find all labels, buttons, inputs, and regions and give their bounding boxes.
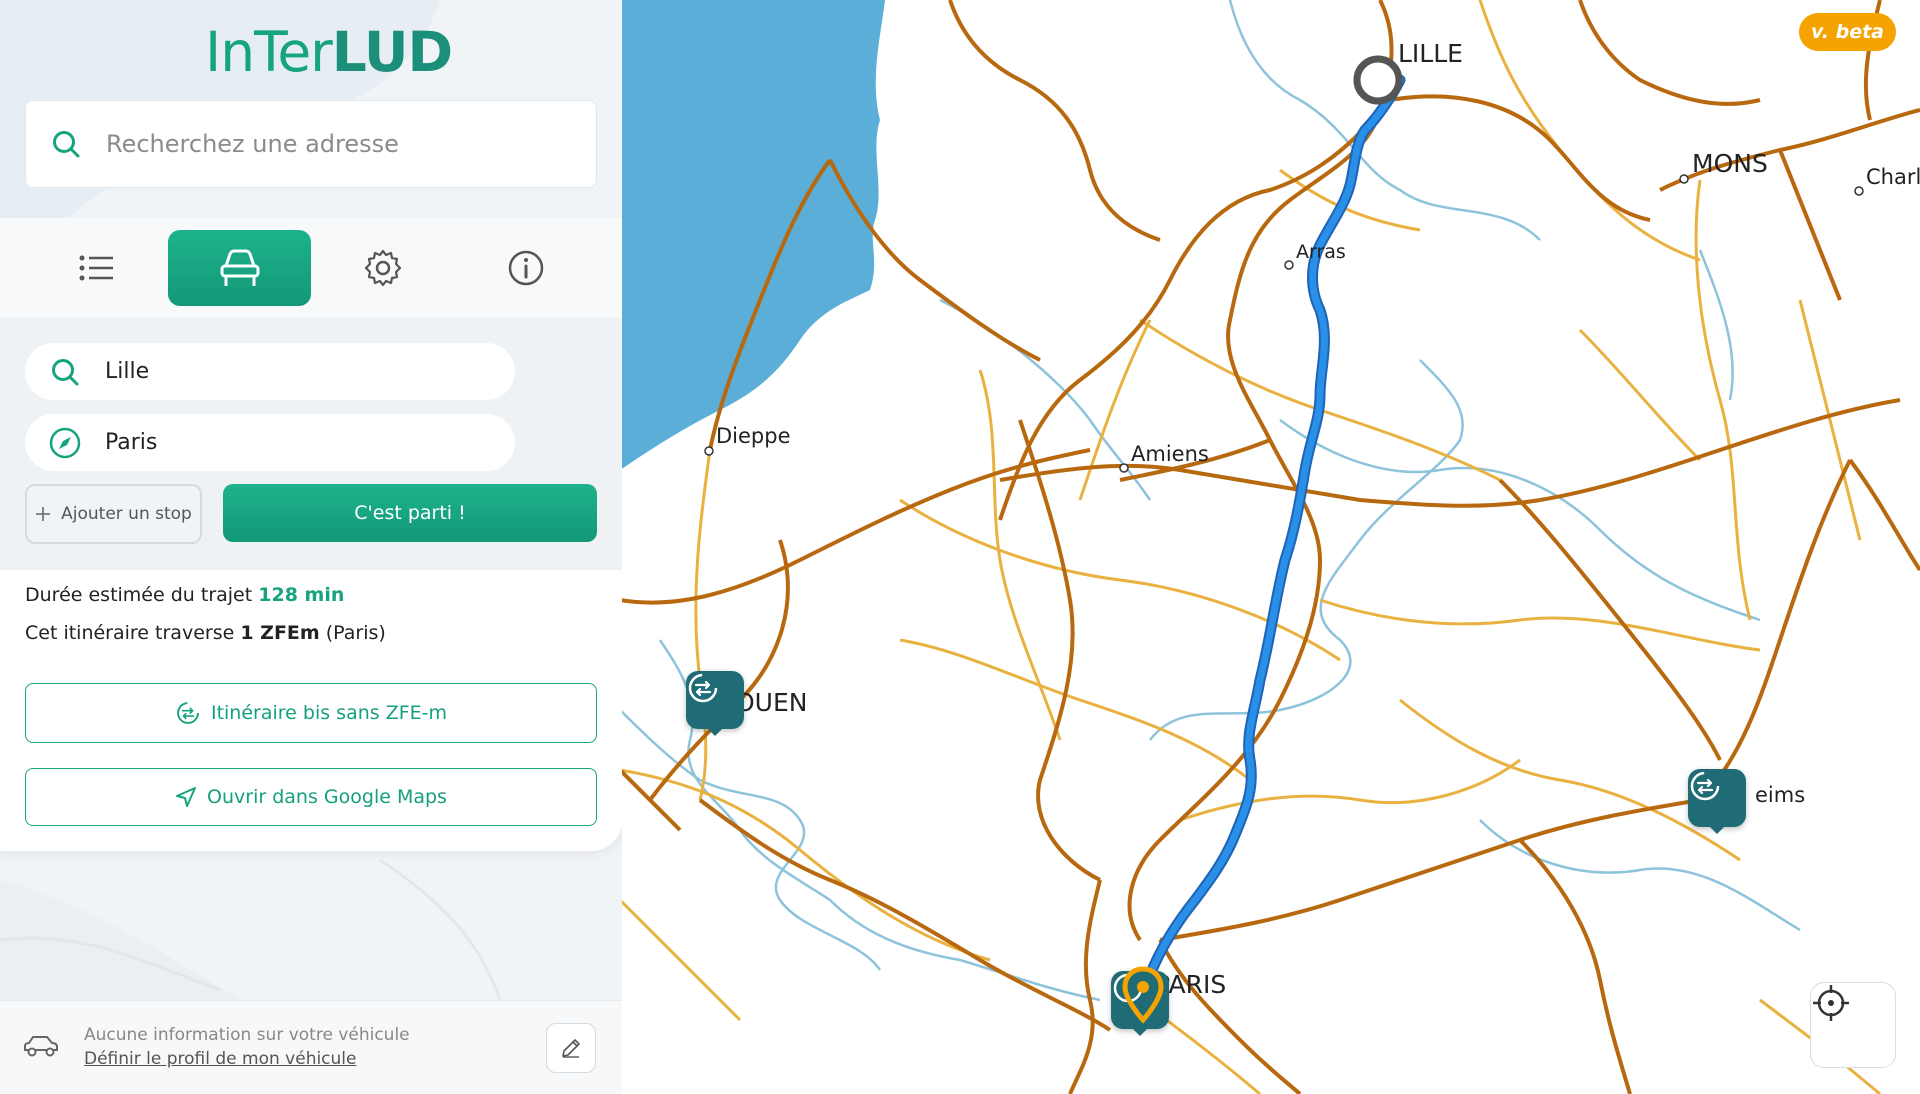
search-icon: [53, 131, 80, 158]
add-stop-button[interactable]: Ajouter un stop: [25, 484, 202, 544]
origin-marker: [1353, 55, 1403, 105]
define-vehicle-link[interactable]: Définir le profil de mon véhicule: [84, 1049, 357, 1069]
duration-value: 128 min: [258, 584, 345, 606]
compass-icon: [49, 427, 81, 458]
city-label-charleroi: Charl: [1866, 165, 1920, 189]
zfe-label: Cet itinéraire traverse: [25, 622, 235, 644]
duration-info: Durée estimée du trajet 128 min: [25, 584, 344, 606]
tab-info[interactable]: [454, 230, 597, 306]
city-label-mons: MONS: [1692, 149, 1768, 178]
tab-list[interactable]: [25, 230, 168, 306]
google-maps-label: Ouvrir dans Google Maps: [207, 786, 447, 808]
tab-bar: [0, 218, 622, 318]
zfe-swap-icon: [177, 702, 199, 724]
car-icon: [24, 1036, 58, 1057]
duration-label: Durée estimée du trajet: [25, 584, 253, 606]
plus-icon: [36, 507, 51, 521]
zfe-swap-icon: [1690, 771, 1720, 801]
zfe-marker-reims[interactable]: [1688, 769, 1746, 834]
origin-value: Lille: [105, 359, 150, 384]
zfe-count: 1 ZFEm: [240, 622, 320, 644]
vehicle-profile-bar: Aucune information sur votre véhicule Dé…: [0, 1000, 622, 1094]
start-route-button[interactable]: C'est parti !: [223, 484, 597, 542]
navigation-arrow-icon: [176, 787, 197, 807]
city-label-rouen: OUEN: [735, 688, 807, 717]
zfe-info: Cet itinéraire traverse 1 ZFEm (Paris): [25, 622, 386, 644]
city-label-lille: LILLE: [1398, 39, 1463, 68]
pencil-icon: [562, 1039, 580, 1058]
alt-route-label: Itinéraire bis sans ZFE-m: [210, 702, 448, 724]
add-stop-label: Ajouter un stop: [61, 504, 192, 524]
locate-me-button[interactable]: [1810, 982, 1896, 1068]
alt-route-button[interactable]: Itinéraire bis sans ZFE-m: [25, 683, 597, 743]
address-search[interactable]: [25, 100, 597, 188]
search-input[interactable]: [106, 130, 566, 158]
google-maps-button[interactable]: Ouvrir dans Google Maps: [25, 768, 597, 826]
search-icon: [52, 358, 79, 385]
tab-settings[interactable]: [311, 230, 454, 306]
destination-value: Paris: [105, 430, 158, 455]
app-logo: InTerLUD: [205, 20, 453, 84]
info-icon: [508, 250, 543, 286]
vehicle-status: Aucune information sur votre véhicule: [84, 1025, 410, 1045]
destination-field[interactable]: Paris: [25, 414, 515, 471]
origin-field[interactable]: Lille: [25, 343, 515, 400]
destination-pin-icon[interactable]: [1121, 966, 1165, 1024]
city-label-arras: Arras: [1296, 241, 1346, 263]
zfe-city: (Paris): [325, 622, 386, 644]
version-badge: v. beta: [1798, 13, 1896, 51]
sea-area: [600, 0, 885, 480]
city-label-amiens: Amiens: [1131, 442, 1209, 466]
car-icon: [220, 249, 259, 286]
edit-vehicle-button[interactable]: [546, 1023, 596, 1073]
city-label-reims: eims: [1755, 783, 1805, 807]
gear-icon: [364, 249, 401, 287]
sidebar: InTerLUD Recherchez une adresse Lille Pa…: [0, 0, 622, 1094]
zfe-marker-rouen[interactable]: [686, 671, 744, 736]
city-label-dieppe: Dieppe: [716, 424, 791, 448]
tab-itinerary[interactable]: [168, 230, 311, 306]
zfe-swap-icon: [688, 673, 718, 703]
crosshair-icon: [1813, 985, 1849, 1021]
list-icon: [79, 255, 113, 281]
